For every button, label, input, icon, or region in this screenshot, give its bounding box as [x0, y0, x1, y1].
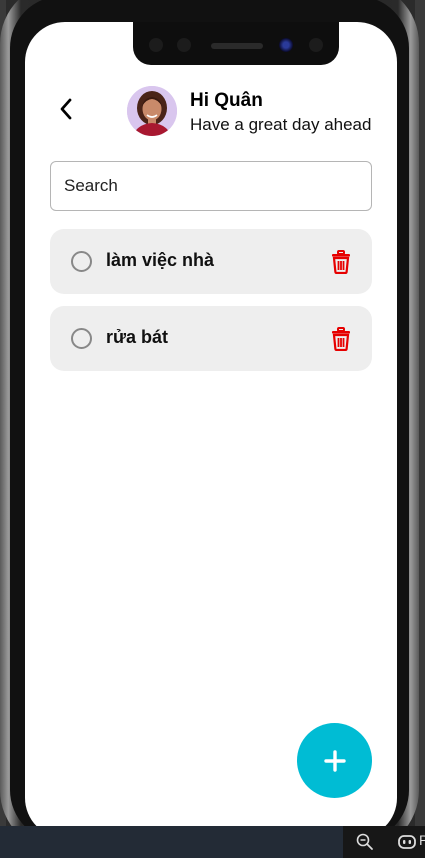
delete-button[interactable] — [329, 326, 353, 352]
taskbar: P — [0, 826, 425, 858]
search-box — [50, 161, 372, 211]
plus-icon — [323, 749, 346, 772]
chevron-left-icon — [60, 98, 72, 120]
trash-icon — [332, 327, 350, 351]
phone-notch — [133, 22, 339, 65]
greeting-block: Hi Quân Have a great day ahead — [190, 88, 390, 136]
earpiece-speaker — [211, 43, 263, 49]
trash-icon — [332, 250, 350, 274]
add-todo-button[interactable] — [297, 723, 372, 798]
avatar — [127, 86, 177, 136]
avatar-photo — [127, 86, 177, 136]
app-screen — [25, 22, 397, 838]
zoom-out-button[interactable] — [355, 832, 375, 852]
search-input[interactable] — [64, 176, 358, 196]
zoom-out-icon — [356, 833, 373, 850]
taskbar-overflow-label: P — [419, 832, 425, 848]
sensor-dot — [177, 38, 191, 52]
todo-item: rửa bát — [50, 306, 372, 371]
back-button[interactable] — [52, 95, 80, 123]
taskbar-left — [0, 826, 343, 858]
copilot-button[interactable] — [397, 832, 417, 852]
todo-item: làm việc nhà — [50, 229, 372, 294]
greeting-subtitle: Have a great day ahead — [190, 115, 372, 134]
todo-checkbox[interactable] — [71, 251, 92, 272]
sensor-dot — [309, 38, 323, 52]
todo-label: rửa bát — [106, 327, 169, 347]
front-camera — [279, 38, 293, 52]
copilot-icon — [398, 835, 416, 849]
delete-button[interactable] — [329, 249, 353, 275]
greeting-title: Hi Quân — [190, 90, 263, 111]
sensor-dot — [149, 38, 163, 52]
todo-label: làm việc nhà — [106, 250, 215, 270]
todo-checkbox[interactable] — [71, 328, 92, 349]
